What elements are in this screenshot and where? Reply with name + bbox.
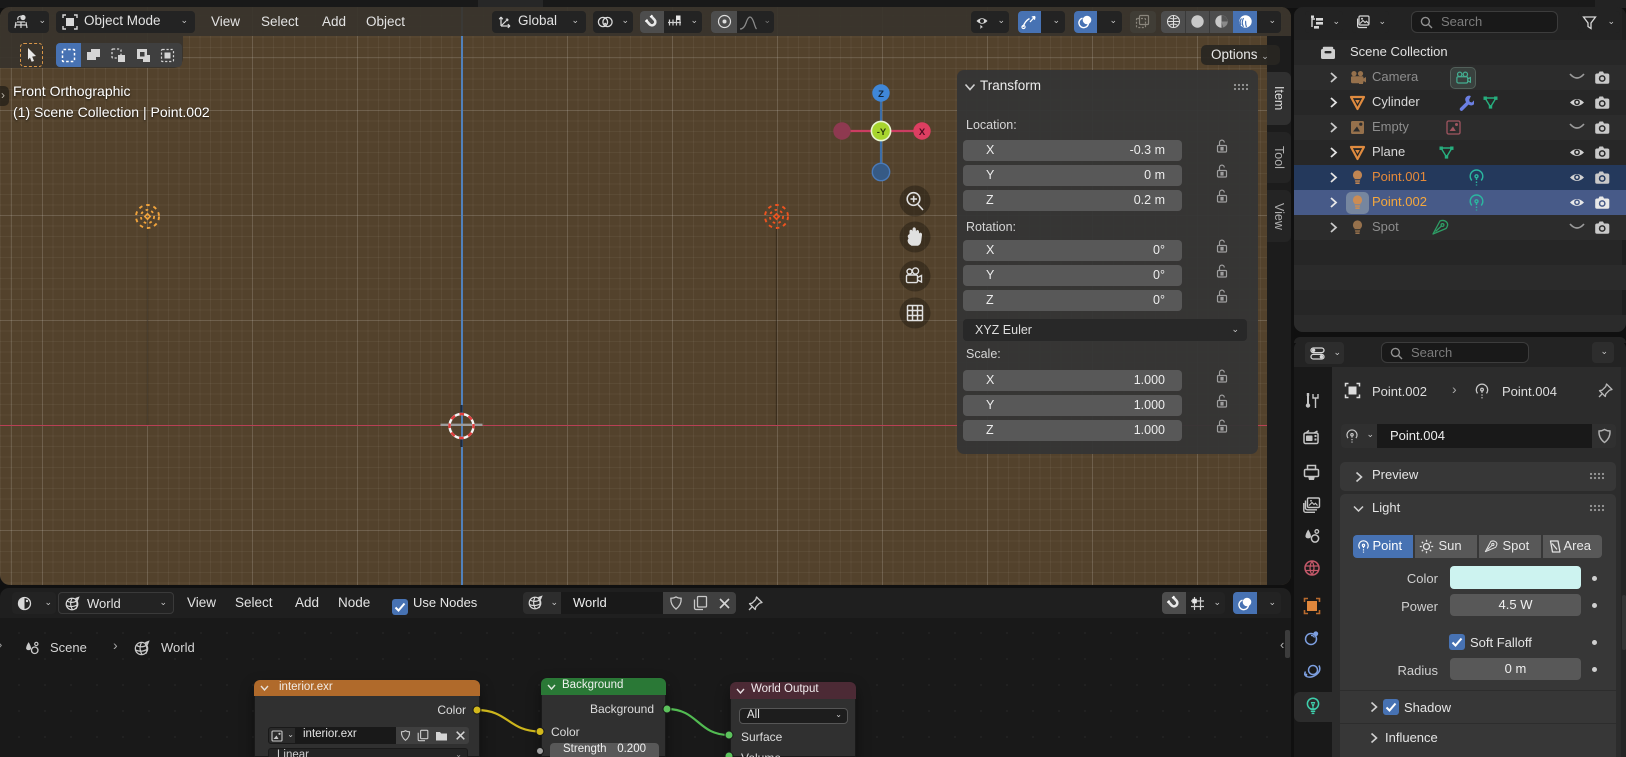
svg-text:-Y: -Y — [877, 127, 887, 138]
svg-text:X: X — [919, 127, 926, 138]
svg-text:Z: Z — [878, 89, 884, 100]
